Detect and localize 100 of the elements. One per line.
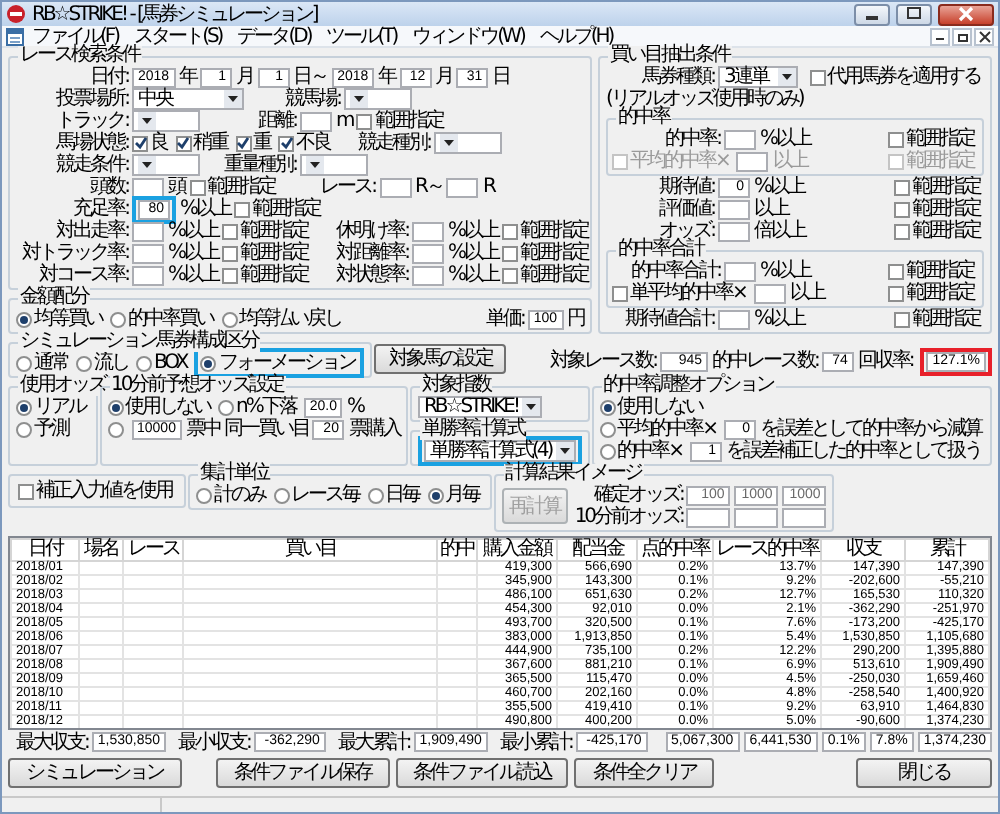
input-field[interactable] <box>379 177 411 197</box>
checkbox[interactable] <box>189 179 205 195</box>
input-field[interactable] <box>412 243 445 263</box>
dropdown[interactable] <box>434 132 502 154</box>
caret-icon <box>440 134 458 152</box>
dropdown[interactable] <box>344 88 412 110</box>
minimize-button[interactable] <box>854 3 890 25</box>
column-header[interactable]: 累計 <box>905 539 989 561</box>
menu-item[interactable]: ヘルプ(H) <box>531 25 621 47</box>
column-header[interactable]: 的中 <box>437 539 477 561</box>
target-horse-button[interactable]: 対象馬の設定 <box>374 344 506 374</box>
caret-icon <box>350 90 368 108</box>
dropdown[interactable]: 3連単 <box>718 66 798 88</box>
checkbox[interactable] <box>175 135 191 151</box>
column-header[interactable]: 買い目 <box>183 539 437 561</box>
radio-button[interactable] <box>16 421 32 437</box>
radio-button[interactable] <box>107 421 123 437</box>
checkbox[interactable] <box>888 263 904 279</box>
menu-item[interactable]: データ(D) <box>229 25 319 47</box>
radio-button[interactable] <box>200 355 217 371</box>
input-field[interactable] <box>446 177 479 197</box>
dropdown[interactable]: 単勝率計算式(4) <box>423 440 576 462</box>
radio-button[interactable] <box>218 399 234 415</box>
clear-all-button[interactable]: 条件全クリア <box>574 758 715 788</box>
checkbox[interactable] <box>894 223 910 239</box>
checkbox[interactable] <box>888 131 904 147</box>
input-field[interactable] <box>734 507 779 527</box>
checkbox[interactable] <box>894 179 910 195</box>
input-field[interactable] <box>132 221 164 241</box>
checkbox[interactable] <box>888 285 904 301</box>
radio-button[interactable] <box>16 355 32 371</box>
column-header[interactable]: 配当金 <box>557 539 637 561</box>
input-field[interactable] <box>718 309 750 329</box>
checkbox[interactable] <box>502 267 519 283</box>
close-window-button[interactable] <box>938 3 994 25</box>
simulate-button[interactable]: シミュレーション <box>8 758 182 788</box>
column-header[interactable]: 購入金額 <box>477 539 557 561</box>
menu-item[interactable]: ウィンドウ(W) <box>404 25 532 47</box>
maximize-button[interactable] <box>896 3 932 25</box>
checkbox[interactable] <box>278 135 294 151</box>
radio-button[interactable] <box>427 487 443 503</box>
input-field[interactable] <box>132 243 164 263</box>
radio-button[interactable] <box>599 421 616 437</box>
field-label: 対コース率: <box>39 264 128 286</box>
column-header[interactable]: レース <box>123 539 183 561</box>
checkbox[interactable] <box>502 245 519 261</box>
checkbox-label: 代用馬券を適用する <box>827 66 980 88</box>
radio-button[interactable] <box>16 311 32 327</box>
menu-item[interactable]: ツール(T) <box>318 25 405 47</box>
checkbox[interactable] <box>894 311 910 327</box>
dropdown[interactable]: 中央 <box>132 88 244 110</box>
dropdown[interactable]: RB☆STRIKE! <box>417 396 542 418</box>
close-button[interactable]: 閉じる <box>856 758 992 788</box>
radio-button[interactable] <box>136 355 152 371</box>
restore-icon <box>955 29 969 43</box>
radio-button[interactable] <box>221 311 237 327</box>
input-field[interactable] <box>132 177 164 197</box>
group-title: 10分前予想オッズ設定 <box>109 376 286 396</box>
checkbox[interactable] <box>132 135 148 151</box>
checkbox[interactable] <box>18 483 34 499</box>
checkbox[interactable] <box>502 223 519 239</box>
radio-button[interactable] <box>107 399 123 415</box>
checkbox[interactable] <box>809 69 825 85</box>
minimize-button[interactable] <box>930 27 950 45</box>
input-field[interactable] <box>132 265 164 285</box>
checkbox[interactable] <box>235 135 251 151</box>
checkbox[interactable] <box>612 285 628 301</box>
checkbox[interactable] <box>222 223 239 239</box>
save-file-button[interactable]: 条件ファイル保存 <box>215 758 390 788</box>
radio-button[interactable] <box>599 399 616 415</box>
input-field[interactable] <box>412 265 445 285</box>
input-field[interactable] <box>412 221 445 241</box>
input-field[interactable] <box>724 129 756 149</box>
radio-button[interactable] <box>599 443 616 459</box>
load-file-button[interactable]: 条件ファイル読込 <box>395 758 569 788</box>
radio-button[interactable] <box>196 487 212 503</box>
radio-button[interactable] <box>110 311 126 327</box>
radio-button[interactable] <box>76 355 92 371</box>
column-header[interactable]: 日付 <box>11 539 79 561</box>
menu-item[interactable]: スタート(S) <box>126 25 230 47</box>
input-field[interactable] <box>300 111 332 131</box>
radio-button[interactable] <box>367 487 383 503</box>
dropdown[interactable] <box>132 110 200 132</box>
input-field[interactable] <box>753 283 786 303</box>
input-field[interactable] <box>718 221 750 241</box>
close-button[interactable] <box>974 27 994 45</box>
radio-button[interactable] <box>273 487 289 503</box>
checkbox[interactable] <box>222 267 239 283</box>
input-field[interactable] <box>686 507 731 527</box>
column-header[interactable]: 場名 <box>79 539 123 561</box>
input-field[interactable] <box>724 261 756 281</box>
checkbox[interactable] <box>356 113 373 129</box>
checkbox[interactable] <box>222 245 239 261</box>
radio-button[interactable] <box>16 399 32 415</box>
restore-button[interactable] <box>952 27 972 45</box>
checkbox[interactable] <box>894 201 910 217</box>
checkbox[interactable] <box>234 201 251 217</box>
column-header[interactable]: 収支 <box>821 539 905 561</box>
input-field[interactable] <box>718 199 750 219</box>
input-field[interactable] <box>782 507 827 527</box>
